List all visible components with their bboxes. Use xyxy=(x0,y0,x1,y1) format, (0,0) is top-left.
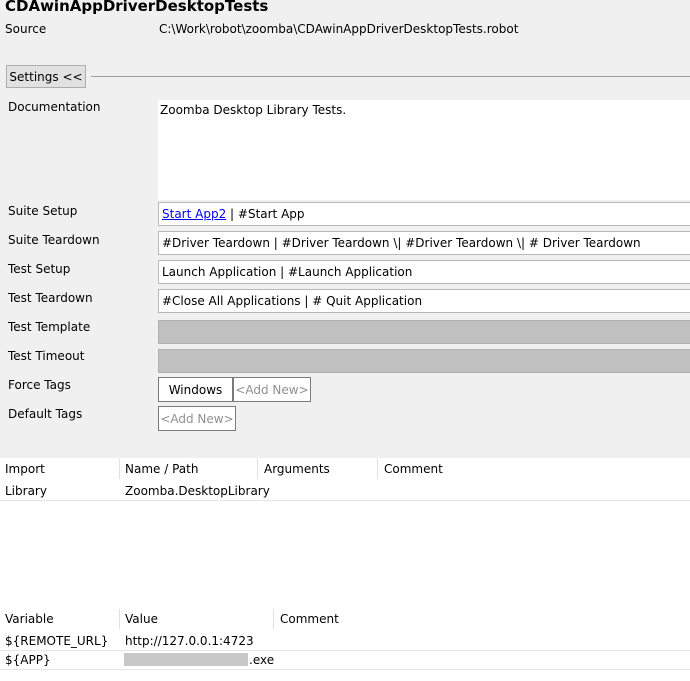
import-name-cell[interactable]: Zoomba.DesktopLibrary xyxy=(125,484,270,498)
settings-divider xyxy=(91,76,690,77)
variable-name-cell[interactable]: ${APP} xyxy=(5,653,51,667)
column-separator xyxy=(119,459,120,479)
suite-teardown-label: Suite Teardown xyxy=(8,233,100,247)
tag-windows[interactable]: Windows xyxy=(158,377,233,402)
documentation-label: Documentation xyxy=(8,100,101,114)
settings-toggle-button[interactable]: Settings << xyxy=(6,65,86,88)
suite-setup-label: Suite Setup xyxy=(8,204,78,218)
force-tags-add-new-label: <Add New> xyxy=(235,382,309,397)
import-type-cell[interactable]: Library xyxy=(5,484,47,498)
settings-panel xyxy=(0,0,690,458)
redacted-value xyxy=(124,653,248,666)
test-teardown-label: Test Teardown xyxy=(8,291,93,305)
suite-setup-field[interactable]: Start App2 | #Start App xyxy=(158,202,690,226)
documentation-text: Zoomba Desktop Library Tests. xyxy=(160,103,347,117)
suite-title: CDAwinAppDriverDesktopTests xyxy=(5,0,269,15)
column-separator xyxy=(257,459,258,479)
row-divider xyxy=(0,650,690,651)
source-path: C:\Work\robot\zoomba\CDAwinAppDriverDesk… xyxy=(159,22,519,36)
variable-header-value[interactable]: Value xyxy=(125,612,158,626)
import-header-arguments[interactable]: Arguments xyxy=(264,462,330,476)
default-tags-label: Default Tags xyxy=(8,407,83,421)
row-divider xyxy=(0,500,690,501)
test-setup-label: Test Setup xyxy=(8,262,71,276)
column-separator xyxy=(377,459,378,479)
variable-header-variable[interactable]: Variable xyxy=(5,612,54,626)
import-header-comment[interactable]: Comment xyxy=(384,462,443,476)
settings-button-label: Settings << xyxy=(9,69,83,84)
documentation-field[interactable]: Zoomba Desktop Library Tests. xyxy=(158,100,690,200)
test-teardown-field[interactable]: #Close All Applications | # Quit Applica… xyxy=(158,289,690,313)
column-separator xyxy=(119,609,120,629)
import-header-import[interactable]: Import xyxy=(5,462,45,476)
test-timeout-field[interactable] xyxy=(158,349,690,373)
row-divider xyxy=(0,669,690,670)
test-template-label: Test Template xyxy=(8,320,91,334)
variable-value-cell[interactable]: http://127.0.0.1:4723 xyxy=(125,634,254,648)
variable-header-comment[interactable]: Comment xyxy=(280,612,339,626)
suite-teardown-field[interactable]: #Driver Teardown | #Driver Teardown \| #… xyxy=(158,231,690,255)
force-tags-add-new[interactable]: <Add New> xyxy=(233,377,311,402)
source-label: Source xyxy=(5,22,47,36)
import-header-name[interactable]: Name / Path xyxy=(125,462,198,476)
suite-setup-keyword-link[interactable]: Start App2 xyxy=(162,207,226,221)
test-template-field[interactable] xyxy=(158,320,690,344)
variable-value-cell[interactable]: .exe xyxy=(249,653,274,667)
test-timeout-label: Test Timeout xyxy=(8,349,85,363)
variable-name-cell[interactable]: ${REMOTE_URL} xyxy=(5,634,108,648)
test-setup-field[interactable]: Launch Application | #Launch Application xyxy=(158,260,690,284)
default-tags-add-new[interactable]: <Add New> xyxy=(158,406,236,431)
suite-setup-rest: | #Start App xyxy=(226,207,305,221)
column-separator xyxy=(273,609,274,629)
default-tags-add-new-label: <Add New> xyxy=(160,411,234,426)
tag-windows-label: Windows xyxy=(168,382,223,397)
force-tags-label: Force Tags xyxy=(8,378,71,392)
